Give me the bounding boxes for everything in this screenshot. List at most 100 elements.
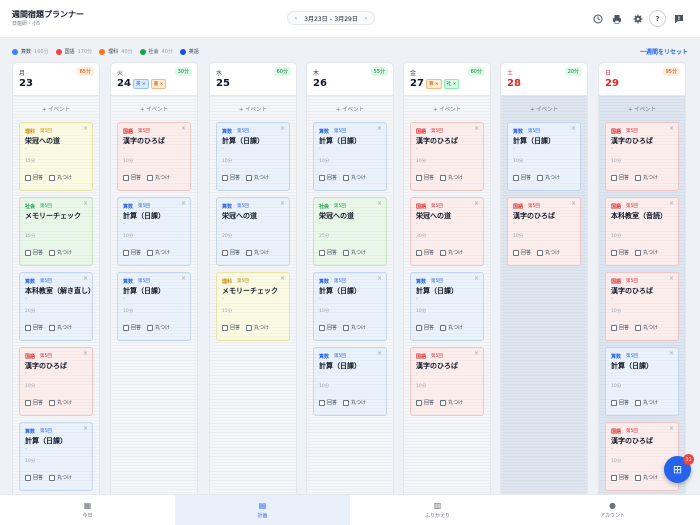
mark-checkbox[interactable]: 丸つけ	[537, 174, 560, 181]
close-icon[interactable]: ×	[669, 425, 674, 432]
mark-checkbox[interactable]: 丸つけ	[440, 249, 463, 256]
checkbox-box[interactable]	[25, 399, 31, 406]
checkbox-box[interactable]	[123, 324, 129, 331]
homework-card[interactable]: 算数 第5回 × 計算（日課） - 10分 回答 丸つけ	[313, 347, 387, 416]
add-event-button[interactable]: + イベント	[501, 101, 587, 119]
close-icon[interactable]: ×	[669, 275, 674, 282]
answer-checkbox[interactable]: 回答	[416, 324, 434, 331]
checkbox-box[interactable]	[343, 324, 350, 331]
mark-checkbox[interactable]: 丸つけ	[635, 174, 658, 181]
answer-checkbox[interactable]: 回答	[222, 174, 240, 181]
checkbox-box[interactable]	[319, 249, 325, 256]
checkbox-box[interactable]	[416, 249, 422, 256]
checkbox-box[interactable]	[123, 174, 129, 181]
close-icon[interactable]: ×	[377, 125, 382, 132]
checkbox-box[interactable]	[343, 249, 350, 256]
homework-card[interactable]: 社会 第5回 × 栄冠への道 - 25分 回答 丸つけ	[313, 197, 387, 266]
next-week-button[interactable]: ›	[362, 15, 370, 22]
close-icon[interactable]: ×	[83, 275, 88, 282]
checkbox-box[interactable]	[25, 249, 31, 256]
mark-checkbox[interactable]: 丸つけ	[343, 399, 366, 406]
checkbox-box[interactable]	[416, 399, 422, 406]
homework-card[interactable]: 理科 第5回 × メモリーチェック - 15分 回答 丸つけ	[216, 272, 290, 341]
answer-checkbox[interactable]: 回答	[513, 174, 531, 181]
homework-card[interactable]: 国語 第5回 × 栄冠への道 - 30分 回答 丸つけ	[410, 197, 484, 266]
checkbox-box[interactable]	[123, 249, 129, 256]
checkbox-box[interactable]	[513, 174, 519, 181]
history-icon[interactable]	[589, 10, 606, 27]
checkbox-box[interactable]	[49, 249, 56, 256]
checkbox-box[interactable]	[49, 324, 56, 331]
add-event-button[interactable]: + イベント	[307, 101, 393, 119]
close-icon[interactable]: ×	[669, 200, 674, 207]
answer-checkbox[interactable]: 回答	[123, 249, 141, 256]
homework-card[interactable]: 国語 第5回 × 漢字のひろば - 10分 回答 丸つけ	[410, 347, 484, 416]
homework-card[interactable]: 算数 第5回 × 計算（日課） - 10分 回答 丸つけ	[410, 272, 484, 341]
close-icon[interactable]: ×	[83, 125, 88, 132]
nav-tab[interactable]: ● アカウント	[525, 495, 700, 525]
checkbox-box[interactable]	[343, 399, 350, 406]
checkbox-box[interactable]	[440, 399, 447, 406]
homework-card[interactable]: 国語 第5回 × 漢字のひろば - 10分 回答 丸つけ	[605, 422, 679, 491]
mark-checkbox[interactable]: 丸つけ	[635, 474, 658, 481]
help-button[interactable]: ?	[649, 10, 666, 27]
close-icon[interactable]: ×	[377, 275, 382, 282]
mark-checkbox[interactable]: 丸つけ	[635, 249, 658, 256]
close-icon[interactable]: ×	[83, 200, 88, 207]
mark-checkbox[interactable]: 丸つけ	[343, 324, 366, 331]
checkbox-box[interactable]	[343, 174, 350, 181]
answer-checkbox[interactable]: 回答	[416, 174, 434, 181]
checkbox-box[interactable]	[49, 174, 56, 181]
print-icon[interactable]	[608, 10, 625, 27]
answer-checkbox[interactable]: 回答	[25, 474, 43, 481]
nav-tab[interactable]: ▥ ふりかえり	[350, 495, 525, 525]
checkbox-box[interactable]	[611, 174, 617, 181]
checkbox-box[interactable]	[416, 174, 422, 181]
mark-checkbox[interactable]: 丸つけ	[635, 324, 658, 331]
mark-checkbox[interactable]: 丸つけ	[49, 174, 72, 181]
mark-checkbox[interactable]: 丸つけ	[246, 249, 269, 256]
nav-tab[interactable]: ▦ 今日	[0, 495, 175, 525]
checkbox-box[interactable]	[635, 474, 642, 481]
close-icon[interactable]: ×	[83, 350, 88, 357]
lesson-chip[interactable]: 書 ×	[150, 79, 167, 89]
mark-checkbox[interactable]: 丸つけ	[440, 324, 463, 331]
answer-checkbox[interactable]: 回答	[123, 174, 141, 181]
checkbox-box[interactable]	[319, 174, 325, 181]
lesson-chip[interactable]: 算 ×	[426, 79, 442, 89]
checkbox-box[interactable]	[635, 399, 642, 406]
checkbox-box[interactable]	[611, 399, 617, 406]
homework-card[interactable]: 国語 第5回 × 漢字のひろば - 10分 回答 丸つけ	[605, 272, 679, 341]
answer-checkbox[interactable]: 回答	[513, 249, 531, 256]
homework-card[interactable]: 算数 第5回 × 計算（日課） - 10分 回答 丸つけ	[216, 122, 290, 191]
answer-checkbox[interactable]: 回答	[611, 399, 629, 406]
checkbox-box[interactable]	[147, 174, 154, 181]
add-event-button[interactable]: + イベント	[13, 101, 99, 119]
add-event-button[interactable]: + イベント	[210, 101, 296, 119]
close-icon[interactable]: ×	[181, 275, 186, 282]
prev-week-button[interactable]: ‹	[292, 15, 300, 22]
close-icon[interactable]: ×	[669, 125, 674, 132]
checkbox-box[interactable]	[513, 249, 519, 256]
mark-checkbox[interactable]: 丸つけ	[440, 174, 463, 181]
checkbox-box[interactable]	[246, 174, 253, 181]
checkbox-box[interactable]	[440, 249, 447, 256]
homework-card[interactable]: 算数 第5回 × 計算（日課） - 10分 回答 丸つけ	[313, 272, 387, 341]
checkbox-box[interactable]	[611, 249, 617, 256]
close-icon[interactable]: ×	[474, 200, 479, 207]
checkbox-box[interactable]	[246, 249, 253, 256]
add-event-button[interactable]: + イベント	[599, 101, 685, 119]
reset-week-button[interactable]: 一週間をリセット	[640, 47, 688, 56]
homework-card[interactable]: 国語 第5回 × 漢字のひろば - 10分 回答 丸つけ	[19, 347, 93, 416]
close-icon[interactable]: ×	[669, 350, 674, 357]
checkbox-box[interactable]	[222, 249, 228, 256]
answer-checkbox[interactable]: 回答	[222, 324, 240, 331]
answer-checkbox[interactable]: 回答	[25, 399, 43, 406]
answer-checkbox[interactable]: 回答	[123, 324, 141, 331]
homework-card[interactable]: 算数 第5回 × 計算（日課） - 10分 回答 丸つけ	[605, 347, 679, 416]
answer-checkbox[interactable]: 回答	[319, 399, 337, 406]
answer-checkbox[interactable]: 回答	[611, 174, 629, 181]
nav-tab[interactable]: ▤ 計画	[175, 495, 350, 525]
close-icon[interactable]: ×	[280, 125, 285, 132]
checkbox-box[interactable]	[147, 249, 154, 256]
